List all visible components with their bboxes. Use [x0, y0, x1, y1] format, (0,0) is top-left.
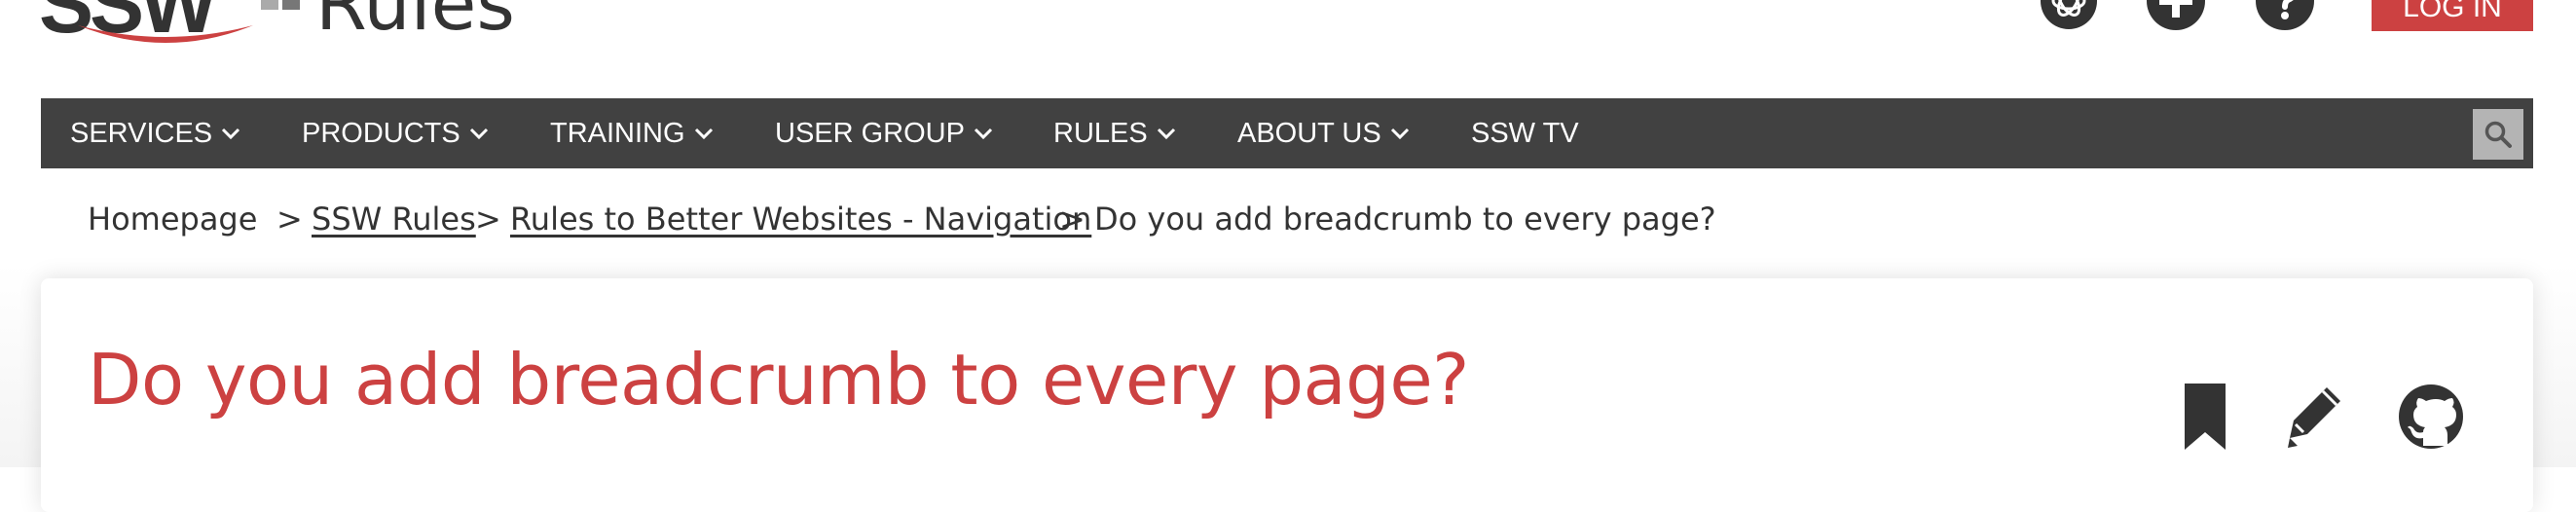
nav-item-label: TRAINING: [550, 117, 685, 149]
plus-circle-icon[interactable]: [2146, 0, 2206, 31]
nav-item-about-us[interactable]: ABOUT US: [1237, 98, 1411, 168]
breadcrumb-separator: >: [475, 201, 501, 238]
nav-item-label: ABOUT US: [1237, 117, 1381, 149]
nav-item-label: RULES: [1053, 117, 1148, 149]
edit-pencil-icon[interactable]: [2280, 382, 2348, 452]
nav-item-label: SSW TV: [1471, 117, 1579, 149]
page-title: Do you add breadcrumb to every page?: [88, 339, 1469, 421]
nav-item-products[interactable]: PRODUCTS: [302, 98, 490, 168]
nav-item-label: PRODUCTS: [302, 117, 460, 149]
site-title: Rules: [315, 0, 516, 47]
chevron-down-icon: [469, 128, 488, 140]
logo-swoosh-icon: [78, 25, 253, 43]
openai-icon[interactable]: [2039, 0, 2099, 31]
rule-card: Do you add breadcrumb to every page?: [41, 278, 2533, 512]
nav-item-rules[interactable]: RULES: [1053, 98, 1177, 168]
nav-item-training[interactable]: TRAINING: [550, 98, 715, 168]
chevron-down-icon: [974, 128, 993, 140]
breadcrumb-item-homepage[interactable]: Homepage: [88, 201, 257, 238]
github-icon[interactable]: [2397, 382, 2465, 452]
chevron-down-icon: [222, 128, 240, 140]
nav-item-ssw-tv[interactable]: SSW TV: [1471, 98, 1579, 168]
chevron-down-icon: [1157, 128, 1175, 140]
breadcrumb-link-ssw-rules[interactable]: SSW Rules: [312, 201, 476, 238]
nav-item-user-group[interactable]: USER GROUP: [775, 98, 994, 168]
chevron-down-icon: [694, 128, 713, 140]
search-button[interactable]: [2473, 109, 2523, 160]
main-nav: SERVICES PRODUCTS TRAINING USER GROUP RU…: [41, 98, 2533, 168]
breadcrumb-current: Do you add breadcrumb to every page?: [1094, 201, 1716, 238]
nav-item-services[interactable]: SERVICES: [70, 98, 241, 168]
logo-squares-icon: [261, 0, 302, 12]
search-icon: [2484, 121, 2512, 148]
chevron-down-icon: [1390, 128, 1409, 140]
login-button[interactable]: LOG IN: [2372, 0, 2533, 31]
bookmark-icon[interactable]: [2173, 382, 2241, 452]
breadcrumb-separator: >: [276, 201, 303, 238]
nav-item-label: USER GROUP: [775, 117, 965, 149]
help-circle-icon[interactable]: [2255, 0, 2315, 31]
breadcrumb-separator: >: [1059, 201, 1086, 238]
breadcrumb-link-category[interactable]: Rules to Better Websites - Navigation: [510, 201, 1091, 238]
nav-item-label: SERVICES: [70, 117, 213, 149]
